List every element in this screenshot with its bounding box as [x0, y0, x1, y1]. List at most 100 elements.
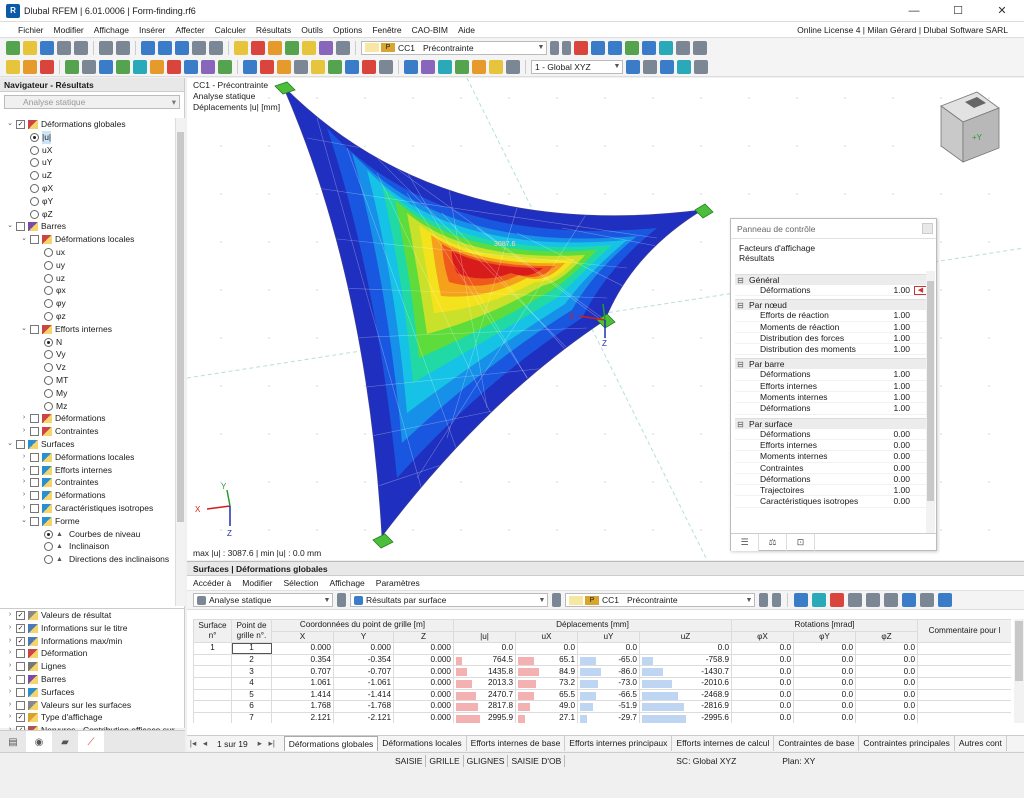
cell-uy[interactable]: -73.0: [577, 676, 640, 690]
support-icon[interactable]: [574, 40, 588, 55]
tree-item-contraintes[interactable]: › Contraintes: [0, 476, 175, 489]
prev-page-icon[interactable]: ◂: [199, 738, 211, 749]
checkbox[interactable]: [16, 662, 25, 672]
dimension-icon[interactable]: [260, 59, 274, 74]
cell-ux[interactable]: 27.1: [515, 711, 578, 723]
export-icon[interactable]: [884, 593, 898, 607]
tree-item-deformations[interactable]: › Déformations: [0, 489, 175, 502]
scale-icon[interactable]: [379, 59, 393, 74]
move-icon[interactable]: [311, 59, 325, 74]
next-page-icon[interactable]: ▸: [254, 738, 266, 749]
radio-button[interactable]: [30, 183, 39, 193]
opening-icon[interactable]: [150, 59, 164, 74]
views-tab-icon[interactable]: ▰: [52, 731, 78, 753]
expand-icon[interactable]: ›: [6, 660, 14, 673]
control-panel-close-icon[interactable]: [922, 223, 933, 234]
checkbox[interactable]: [16, 222, 25, 232]
expand-icon[interactable]: ›: [20, 476, 28, 489]
expand-icon[interactable]: ›: [6, 622, 14, 635]
checkbox[interactable]: [30, 427, 39, 437]
menu-cao-bim[interactable]: CAO-BIM: [407, 22, 453, 38]
work-plane-icon[interactable]: [643, 59, 657, 74]
section-icon[interactable]: [268, 40, 282, 55]
cell-y[interactable]: -0.707: [333, 665, 394, 678]
cell-pz[interactable]: 0.0: [854, 665, 919, 678]
cp-row-distribution-des-forces[interactable]: Distribution des forces 1.00: [735, 333, 928, 345]
zoom-icon[interactable]: [506, 59, 520, 74]
cp-section-par-surface[interactable]: Par surface: [735, 417, 928, 430]
checkbox[interactable]: ✓: [16, 120, 25, 129]
cell-x[interactable]: 0.354: [271, 653, 334, 667]
tree-item-y[interactable]: φy: [0, 297, 175, 310]
cp-row-value[interactable]: 0.00: [893, 440, 910, 451]
expand-icon[interactable]: ›: [20, 464, 28, 477]
comment-icon[interactable]: [277, 59, 291, 74]
radio-button[interactable]: [44, 375, 53, 385]
checkbox[interactable]: [30, 478, 39, 488]
cell-ux[interactable]: 49.0: [515, 700, 578, 713]
cell-uz[interactable]: 0.0: [639, 642, 732, 655]
cp-row-deformations[interactable]: Déformations 0.00: [735, 474, 928, 486]
cp-row-value[interactable]: 1.00: [893, 381, 910, 392]
status-glignes[interactable]: GLIGNES: [464, 754, 509, 767]
tree-item-deformations-locales[interactable]: ⌄ Déformations locales: [0, 233, 175, 246]
cell-z[interactable]: 0.000: [393, 688, 454, 702]
cell-y[interactable]: 0.000: [333, 642, 394, 655]
tab-contraintes-principales[interactable]: Contraintes principales: [859, 736, 955, 751]
cell-comment[interactable]: [917, 711, 1011, 723]
load-add-icon[interactable]: [184, 59, 198, 74]
filter-icon[interactable]: [285, 40, 299, 55]
menu-options[interactable]: Options: [328, 22, 367, 38]
expand-icon[interactable]: ⌄: [6, 438, 14, 451]
tree-item-ux[interactable]: uX: [0, 144, 175, 157]
tree-item-barres[interactable]: › Barres: [0, 673, 185, 686]
cell-px[interactable]: 0.0: [731, 711, 794, 723]
open-file-icon[interactable]: [23, 40, 37, 55]
cp-row-value[interactable]: 1.00: [893, 333, 910, 344]
menu-modifier[interactable]: Modifier: [49, 22, 89, 38]
expand-icon[interactable]: ⌄: [20, 323, 28, 336]
redo-icon[interactable]: [116, 40, 130, 55]
cell-x[interactable]: 0.707: [271, 665, 334, 678]
cell-u[interactable]: 2817.8: [453, 700, 516, 713]
col-u[interactable]: |u|: [453, 630, 516, 644]
cp-row-efforts-internes[interactable]: Efforts internes 0.00: [735, 440, 928, 452]
expand-icon[interactable]: ›: [6, 686, 14, 699]
radio-button[interactable]: [44, 337, 53, 347]
menu-inserer[interactable]: Insérer: [134, 22, 170, 38]
cell-s[interactable]: [193, 688, 232, 702]
checkbox[interactable]: [30, 465, 39, 475]
cp-row-value[interactable]: 1.00: [893, 344, 910, 355]
tree-item-forme[interactable]: ⌄ Forme: [0, 515, 175, 528]
cell-x[interactable]: 2.121: [271, 711, 334, 723]
color-scale-tab-icon[interactable]: ☰: [731, 534, 759, 551]
checkbox[interactable]: [30, 516, 39, 526]
support-add-icon[interactable]: [167, 59, 181, 74]
filter-tab-icon[interactable]: ⊡: [787, 534, 815, 551]
cp-row-value[interactable]: 0.00: [893, 474, 910, 485]
color-scale-icon[interactable]: [489, 59, 503, 74]
cell-px[interactable]: 0.0: [731, 700, 794, 713]
status-saisie[interactable]: SAISIE: [392, 754, 427, 767]
tree-item-z[interactable]: φZ: [0, 208, 175, 221]
radio-button[interactable]: [44, 555, 53, 565]
solid-add-icon[interactable]: [133, 59, 147, 74]
col-y[interactable]: Y: [333, 630, 394, 644]
menu-outils[interactable]: Outils: [296, 22, 328, 38]
menu-calculer[interactable]: Calculer: [210, 22, 251, 38]
undo-icon[interactable]: [99, 40, 113, 55]
last-page-icon[interactable]: ▸|: [266, 738, 278, 749]
cell-s[interactable]: [193, 676, 232, 690]
print-report-icon[interactable]: [74, 40, 88, 55]
prev-icon[interactable]: [337, 593, 346, 607]
tree-item-deformations[interactable]: › Déformations: [0, 412, 175, 425]
close-button[interactable]: ✕: [980, 0, 1024, 22]
guide-icon[interactable]: [302, 40, 316, 55]
expand-icon[interactable]: ⌄: [20, 233, 28, 246]
table-view-icon[interactable]: [866, 593, 880, 607]
table-row[interactable]: 4 1.061 -1.061 0.000 2013.3 73.2 -73.0 -2010.6 0…: [193, 676, 1011, 690]
tree-item-my[interactable]: My: [0, 387, 175, 400]
menu-resultats[interactable]: Résultats: [251, 22, 296, 38]
checkbox[interactable]: [30, 235, 39, 245]
cell-ux[interactable]: 73.2: [515, 676, 578, 690]
